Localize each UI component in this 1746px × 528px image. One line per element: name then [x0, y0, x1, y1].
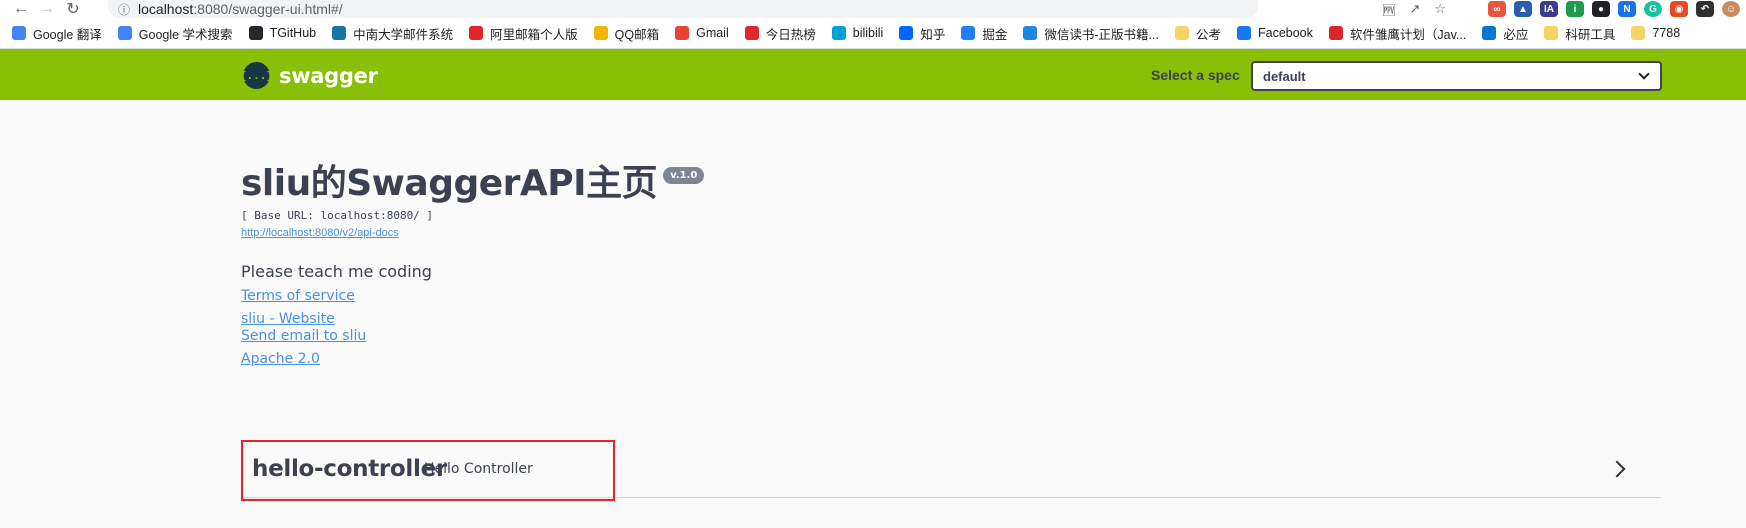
address-bar[interactable]: ⓘ localhost :8080/swagger-ui.html#/	[108, 0, 1258, 18]
chevron-down-icon	[1638, 68, 1650, 80]
juejin-icon	[961, 26, 976, 40]
bookmark-item[interactable]: 科研工具	[1544, 24, 1615, 43]
bookmark-item[interactable]: 掘金	[961, 24, 1007, 43]
bookmark-label: Gmail	[696, 26, 729, 40]
contact-email-link[interactable]: Send email to sliu	[241, 328, 1661, 344]
folder-icon	[1544, 26, 1559, 40]
swagger-logo[interactable]: {...} swagger	[240, 62, 378, 89]
extension-new-icon[interactable]: N	[1618, 1, 1636, 17]
swagger-logo-icon: {...}	[240, 62, 273, 89]
extension-chrome-icon[interactable]: ◉	[1670, 1, 1688, 17]
tag-description: Hello Controller	[424, 461, 533, 477]
terms-of-service-link[interactable]: Terms of service	[241, 288, 1661, 304]
gmail-icon	[675, 26, 690, 40]
spec-select[interactable]: default	[1251, 61, 1662, 91]
base-url: [ Base URL: localhost:8080/ ]	[241, 209, 434, 222]
ali-mail-icon	[469, 26, 484, 40]
bookmark-label: 今日热榜	[765, 27, 816, 42]
weread-icon	[1023, 26, 1038, 40]
page-title: sliu的SwaggerAPI主页	[241, 163, 658, 204]
csu-mail-icon	[332, 26, 347, 40]
bing-icon	[1482, 26, 1497, 40]
bookmark-label: 阿里邮箱个人版	[490, 27, 578, 42]
bookmark-item[interactable]: 微信读书-正版书籍...	[1023, 24, 1159, 43]
zhihu-icon	[899, 26, 914, 40]
software-plan-icon	[1328, 26, 1343, 40]
website-link[interactable]: sliu - Website	[241, 311, 1661, 327]
google-translate-icon	[12, 26, 26, 40]
folder-icon	[1174, 26, 1189, 40]
bookmarks-bar: Google 翻译 Google 学术搜索 TGitHub 中南大学邮件系统 阿里邮箱个…	[0, 18, 1746, 49]
forward-arrow-icon[interactable]: →	[34, 0, 60, 18]
tag-name: hello-controller	[252, 456, 447, 482]
bookmark-label: 7788	[1652, 26, 1681, 40]
bookmark-item[interactable]: Google 学术搜索	[117, 24, 233, 43]
bookmark-item[interactable]: 今日热榜	[744, 24, 816, 43]
bookmark-label: 公考	[1195, 27, 1221, 42]
share-icon[interactable]: ↗	[1409, 1, 1420, 17]
bookmark-item[interactable]: 必应	[1482, 24, 1528, 43]
qq-mail-icon	[593, 26, 608, 40]
bookmark-label: 微信读书-正版书籍...	[1044, 27, 1159, 42]
rebang-icon	[744, 26, 759, 40]
back-arrow-icon[interactable]: ←	[8, 0, 34, 18]
google-scholar-icon	[117, 26, 132, 40]
bookmark-item[interactable]: Facebook	[1236, 26, 1313, 40]
github-icon	[248, 26, 263, 40]
facebook-icon	[1236, 26, 1251, 40]
spec-select-value: default	[1263, 68, 1306, 84]
bookmark-label: Google 学术搜索	[138, 27, 233, 42]
tag-section-hello-controller[interactable]: hello-controller Hello Controller	[241, 440, 1661, 501]
site-info-icon[interactable]: ⓘ	[118, 1, 130, 18]
spec-select-label: Select a spec	[1151, 67, 1240, 83]
bookmark-item[interactable]: 7788	[1631, 26, 1680, 40]
bookmark-label: QQ邮箱	[614, 27, 660, 42]
extension-grammarly-icon[interactable]: G	[1644, 1, 1662, 17]
extension-undo-icon[interactable]: ↶	[1696, 1, 1714, 17]
bookmark-star-icon[interactable]: ☆	[1434, 1, 1446, 17]
bookmark-label: TGitHub	[269, 26, 317, 40]
bookmark-item[interactable]: 软件雏鹰计划（Jav...	[1328, 24, 1467, 43]
bookmark-item[interactable]: 阿里邮箱个人版	[469, 24, 578, 43]
extension-info-icon[interactable]: i	[1566, 1, 1584, 17]
chevron-right-icon[interactable]	[1608, 460, 1626, 478]
bookmark-label: 软件雏鹰计划（Jav...	[1349, 27, 1467, 42]
translate-icon[interactable]: 🅎	[1382, 0, 1395, 19]
browser-toolbar: ← → ↻ ⓘ localhost :8080/swagger-ui.html#…	[0, 0, 1746, 18]
swagger-logo-text: swagger	[279, 63, 378, 88]
version-badge: v.1.0	[663, 167, 705, 184]
extension-tampermonkey-icon[interactable]: ●	[1592, 1, 1610, 17]
api-description: Please teach me coding	[241, 262, 432, 281]
bookmark-item[interactable]: Gmail	[675, 26, 729, 40]
bookmark-label: Facebook	[1257, 26, 1313, 40]
bookmark-item[interactable]: 中南大学邮件系统	[332, 24, 453, 43]
bookmark-label: 必应	[1503, 27, 1529, 42]
bookmark-item[interactable]: TGitHub	[248, 26, 317, 40]
extension-infinity-icon[interactable]: ∞	[1488, 1, 1506, 17]
bookmark-item[interactable]: 公考	[1174, 24, 1221, 43]
extension-scholar-icon[interactable]: ▲	[1514, 1, 1532, 17]
bilibili-icon	[831, 26, 846, 40]
license-link[interactable]: Apache 2.0	[241, 351, 1661, 367]
reload-icon[interactable]: ↻	[60, 0, 86, 18]
swagger-topbar: {...} swagger Select a spec default	[0, 49, 1746, 100]
bookmark-label: 知乎	[920, 27, 946, 42]
extensions-bar: ∞ ▲ IA i ● N G ◉ ↶ ☺	[1488, 0, 1740, 18]
api-info: sliu的SwaggerAPI主页 v.1.0 [ Base URL: loca…	[241, 160, 1661, 367]
folder-icon	[1631, 26, 1646, 40]
extension-ia-icon[interactable]: IA	[1540, 1, 1558, 17]
bookmark-item[interactable]: Google 翻译	[12, 24, 102, 43]
url-path: :8080/swagger-ui.html#/	[193, 1, 343, 17]
bookmark-item[interactable]: 知乎	[899, 24, 945, 43]
bookmark-label: Google 翻译	[33, 27, 102, 42]
bookmark-label: bilibili	[852, 26, 884, 40]
api-docs-link[interactable]: http://localhost:8080/v2/api-docs	[241, 227, 1661, 239]
bookmark-label: 科研工具	[1565, 27, 1616, 42]
bookmark-item[interactable]: QQ邮箱	[593, 24, 660, 43]
url-host: localhost	[138, 1, 194, 17]
bookmark-label: 掘金	[982, 27, 1008, 42]
bookmark-item[interactable]: bilibili	[831, 26, 884, 40]
profile-avatar-icon[interactable]: ☺	[1722, 1, 1740, 17]
bookmark-label: 中南大学邮件系统	[353, 27, 454, 42]
